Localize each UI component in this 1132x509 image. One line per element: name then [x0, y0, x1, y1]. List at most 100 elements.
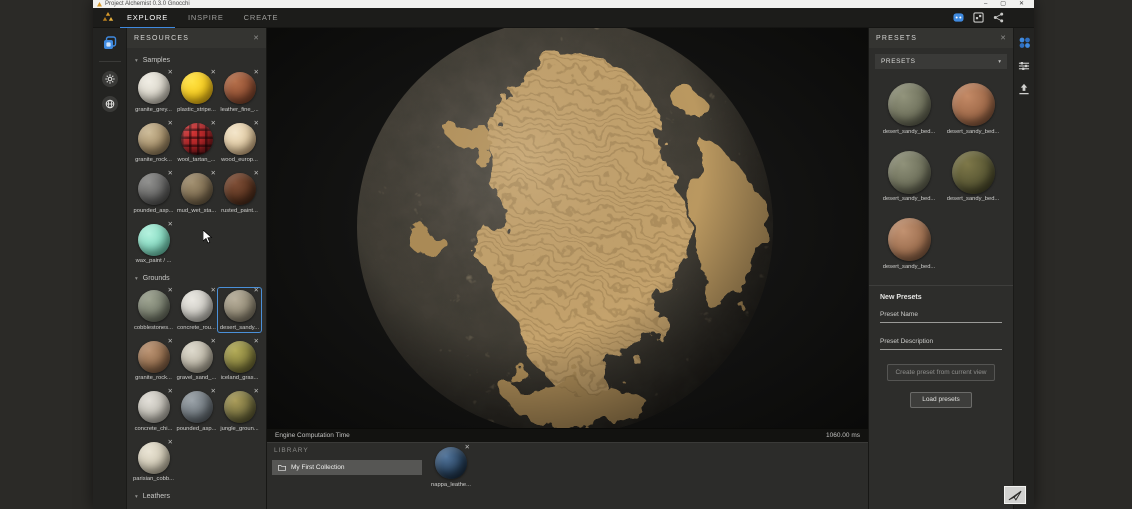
- material-thumbnail[interactable]: [181, 72, 213, 104]
- remove-material-icon[interactable]: ✕: [254, 121, 259, 128]
- minimize-button[interactable]: –: [984, 0, 987, 8]
- remove-material-icon[interactable]: ✕: [168, 288, 173, 295]
- material-thumbnail[interactable]: [224, 391, 256, 423]
- material-tile[interactable]: ✕cobblestones...: [132, 288, 175, 332]
- material-tile[interactable]: ✕parisian_cobb...: [132, 440, 175, 484]
- material-thumbnail[interactable]: [952, 83, 995, 126]
- remove-material-icon[interactable]: ✕: [211, 288, 216, 295]
- material-tile[interactable]: ✕rusted_paint...: [218, 171, 261, 215]
- remove-material-icon[interactable]: ✕: [254, 339, 259, 346]
- library-collection-row[interactable]: My First Collection: [272, 460, 422, 475]
- material-thumbnail[interactable]: [138, 72, 170, 104]
- create-preset-button[interactable]: Create preset from current view: [887, 364, 994, 381]
- material-tile[interactable]: ✕granite_rock...: [132, 339, 175, 383]
- section-header-grounds[interactable]: ▾Grounds: [131, 269, 262, 287]
- community-icon[interactable]: [953, 12, 964, 23]
- material-thumbnail[interactable]: [138, 123, 170, 155]
- material-tile[interactable]: ✕granite_grey...: [132, 70, 175, 114]
- material-thumbnail[interactable]: [138, 224, 170, 256]
- material-thumbnail[interactable]: [224, 290, 256, 322]
- material-tile[interactable]: desert_sandy_bed...: [877, 216, 941, 271]
- material-thumbnail[interactable]: [181, 341, 213, 373]
- web-globe-icon[interactable]: [102, 96, 118, 112]
- material-tile[interactable]: ✕concrete_rou...: [175, 288, 218, 332]
- material-thumbnail[interactable]: [138, 290, 170, 322]
- settings-gear-icon[interactable]: [102, 71, 118, 87]
- material-tile[interactable]: ✕pounded_asp...: [132, 171, 175, 215]
- remove-material-icon[interactable]: ✕: [168, 440, 173, 447]
- remove-material-icon[interactable]: ✕: [168, 70, 173, 77]
- 3d-viewport[interactable]: [267, 28, 868, 428]
- export-upload-icon[interactable]: [1018, 82, 1031, 95]
- section-header-samples[interactable]: ▾Samples: [131, 51, 262, 69]
- remove-material-icon[interactable]: ✕: [254, 70, 259, 77]
- material-tile[interactable]: ✕concrete_chi...: [132, 389, 175, 433]
- remove-material-icon[interactable]: ✕: [211, 339, 216, 346]
- material-tile[interactable]: ✕nappa_leathe...: [430, 445, 472, 489]
- material-tile[interactable]: ✕gravel_sand_...: [175, 339, 218, 383]
- material-tile[interactable]: ✕mud_wet_sta...: [175, 171, 218, 215]
- presets-close-icon[interactable]: ✕: [1000, 34, 1006, 42]
- preset-description-input[interactable]: [880, 337, 1002, 350]
- load-presets-button[interactable]: Load presets: [910, 392, 972, 408]
- tab-explore[interactable]: EXPLORE: [127, 13, 168, 22]
- material-thumbnail[interactable]: [888, 151, 931, 194]
- material-tile[interactable]: ✕wood_europ...: [218, 121, 261, 165]
- filters-sliders-icon[interactable]: [1018, 59, 1031, 72]
- section-header-leathers[interactable]: ▾Leathers: [131, 487, 262, 505]
- materials-browser-icon[interactable]: [102, 35, 118, 51]
- tab-create[interactable]: CREATE: [244, 13, 279, 22]
- material-thumbnail[interactable]: [888, 218, 931, 261]
- material-tile[interactable]: desert_sandy_bed...: [941, 149, 1005, 204]
- material-thumbnail[interactable]: [138, 442, 170, 474]
- material-thumbnail[interactable]: [888, 83, 931, 126]
- remove-material-icon[interactable]: ✕: [254, 288, 259, 295]
- material-thumbnail[interactable]: [181, 391, 213, 423]
- atoms-view-icon[interactable]: [1018, 36, 1031, 49]
- material-tile[interactable]: ✕desert_sandy...: [218, 288, 261, 332]
- material-thumbnail[interactable]: [181, 173, 213, 205]
- apps-icon[interactable]: [973, 12, 984, 23]
- maximize-button[interactable]: ▢: [1000, 0, 1006, 8]
- material-thumbnail[interactable]: [181, 123, 213, 155]
- material-thumbnail[interactable]: [224, 72, 256, 104]
- material-tile[interactable]: ✕wool_tartan_...: [175, 121, 218, 165]
- remove-material-icon[interactable]: ✕: [211, 121, 216, 128]
- material-tile[interactable]: ✕leather_fine_...: [218, 70, 261, 114]
- material-tile[interactable]: desert_sandy_bed...: [941, 81, 1005, 136]
- share-icon[interactable]: [993, 12, 1004, 23]
- remove-material-icon[interactable]: ✕: [211, 70, 216, 77]
- material-tile[interactable]: desert_sandy_bed...: [877, 81, 941, 136]
- material-thumbnail[interactable]: [435, 447, 467, 479]
- remove-material-icon[interactable]: ✕: [168, 121, 173, 128]
- material-thumbnail[interactable]: [138, 341, 170, 373]
- remove-material-icon[interactable]: ✕: [168, 339, 173, 346]
- preset-name-input[interactable]: [880, 310, 1002, 323]
- presets-dropdown[interactable]: PRESETS ▾: [875, 54, 1007, 69]
- remove-material-icon[interactable]: ✕: [465, 445, 470, 452]
- material-tile[interactable]: desert_sandy_bed...: [877, 149, 941, 204]
- material-thumbnail[interactable]: [181, 290, 213, 322]
- remove-material-icon[interactable]: ✕: [254, 171, 259, 178]
- remove-material-icon[interactable]: ✕: [211, 389, 216, 396]
- material-thumbnail[interactable]: [224, 123, 256, 155]
- material-tile[interactable]: ✕iceland_gras...: [218, 339, 261, 383]
- remove-material-icon[interactable]: ✕: [168, 171, 173, 178]
- material-thumbnail[interactable]: [224, 341, 256, 373]
- material-thumbnail[interactable]: [952, 151, 995, 194]
- tab-inspire[interactable]: INSPIRE: [188, 13, 224, 22]
- close-window-button[interactable]: ✕: [1019, 0, 1024, 8]
- resources-close-icon[interactable]: ✕: [253, 34, 259, 42]
- material-thumbnail[interactable]: [224, 173, 256, 205]
- remove-material-icon[interactable]: ✕: [168, 222, 173, 229]
- material-tile[interactable]: ✕wax_paint / ...: [132, 222, 175, 266]
- material-tile[interactable]: ✕plastic_stripe...: [175, 70, 218, 114]
- remove-material-icon[interactable]: ✕: [254, 389, 259, 396]
- remove-material-icon[interactable]: ✕: [168, 389, 173, 396]
- material-sphere-preview[interactable]: [355, 28, 775, 428]
- send-feedback-button[interactable]: [1003, 485, 1027, 505]
- remove-material-icon[interactable]: ✕: [211, 171, 216, 178]
- material-tile[interactable]: ✕jungle_groun...: [218, 389, 261, 433]
- material-tile[interactable]: ✕pounded_asp...: [175, 389, 218, 433]
- material-thumbnail[interactable]: [138, 173, 170, 205]
